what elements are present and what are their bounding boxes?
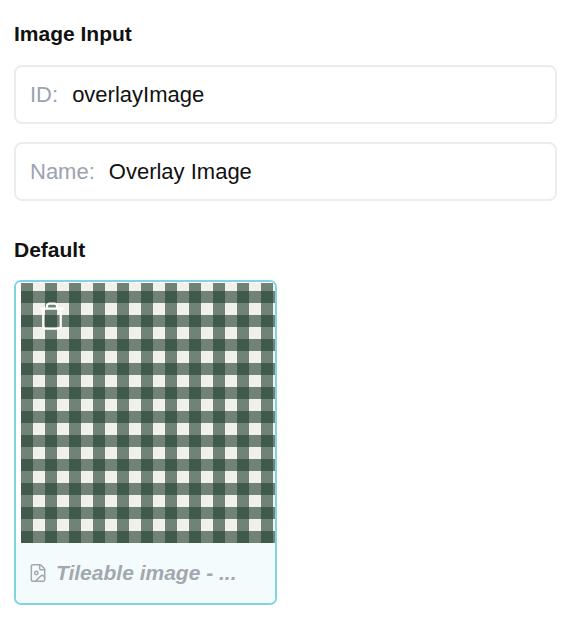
- image-caption: Tileable image - ...: [16, 543, 275, 603]
- field-label: Name:: [30, 159, 95, 185]
- image-card[interactable]: Tileable image - ...: [14, 280, 277, 605]
- image-preview: [16, 282, 275, 543]
- text-field[interactable]: ID: overlayImage: [14, 65, 557, 124]
- field-list: ID: overlayImage Name: Overlay Image: [14, 65, 557, 201]
- caption-text: Tileable image - ...: [56, 561, 237, 585]
- field-value[interactable]: overlayImage: [72, 82, 541, 108]
- trash-icon: [37, 301, 67, 331]
- default-heading: Default: [14, 236, 557, 264]
- field-value[interactable]: Overlay Image: [109, 159, 541, 185]
- field-label: ID:: [30, 82, 58, 108]
- text-field[interactable]: Name: Overlay Image: [14, 142, 557, 201]
- image-file-icon: [28, 563, 48, 583]
- image-input-panel: Image Input ID: overlayImage Name: Overlay I…: [0, 0, 575, 625]
- panel-title: Image Input: [14, 20, 557, 48]
- delete-button[interactable]: [35, 299, 69, 333]
